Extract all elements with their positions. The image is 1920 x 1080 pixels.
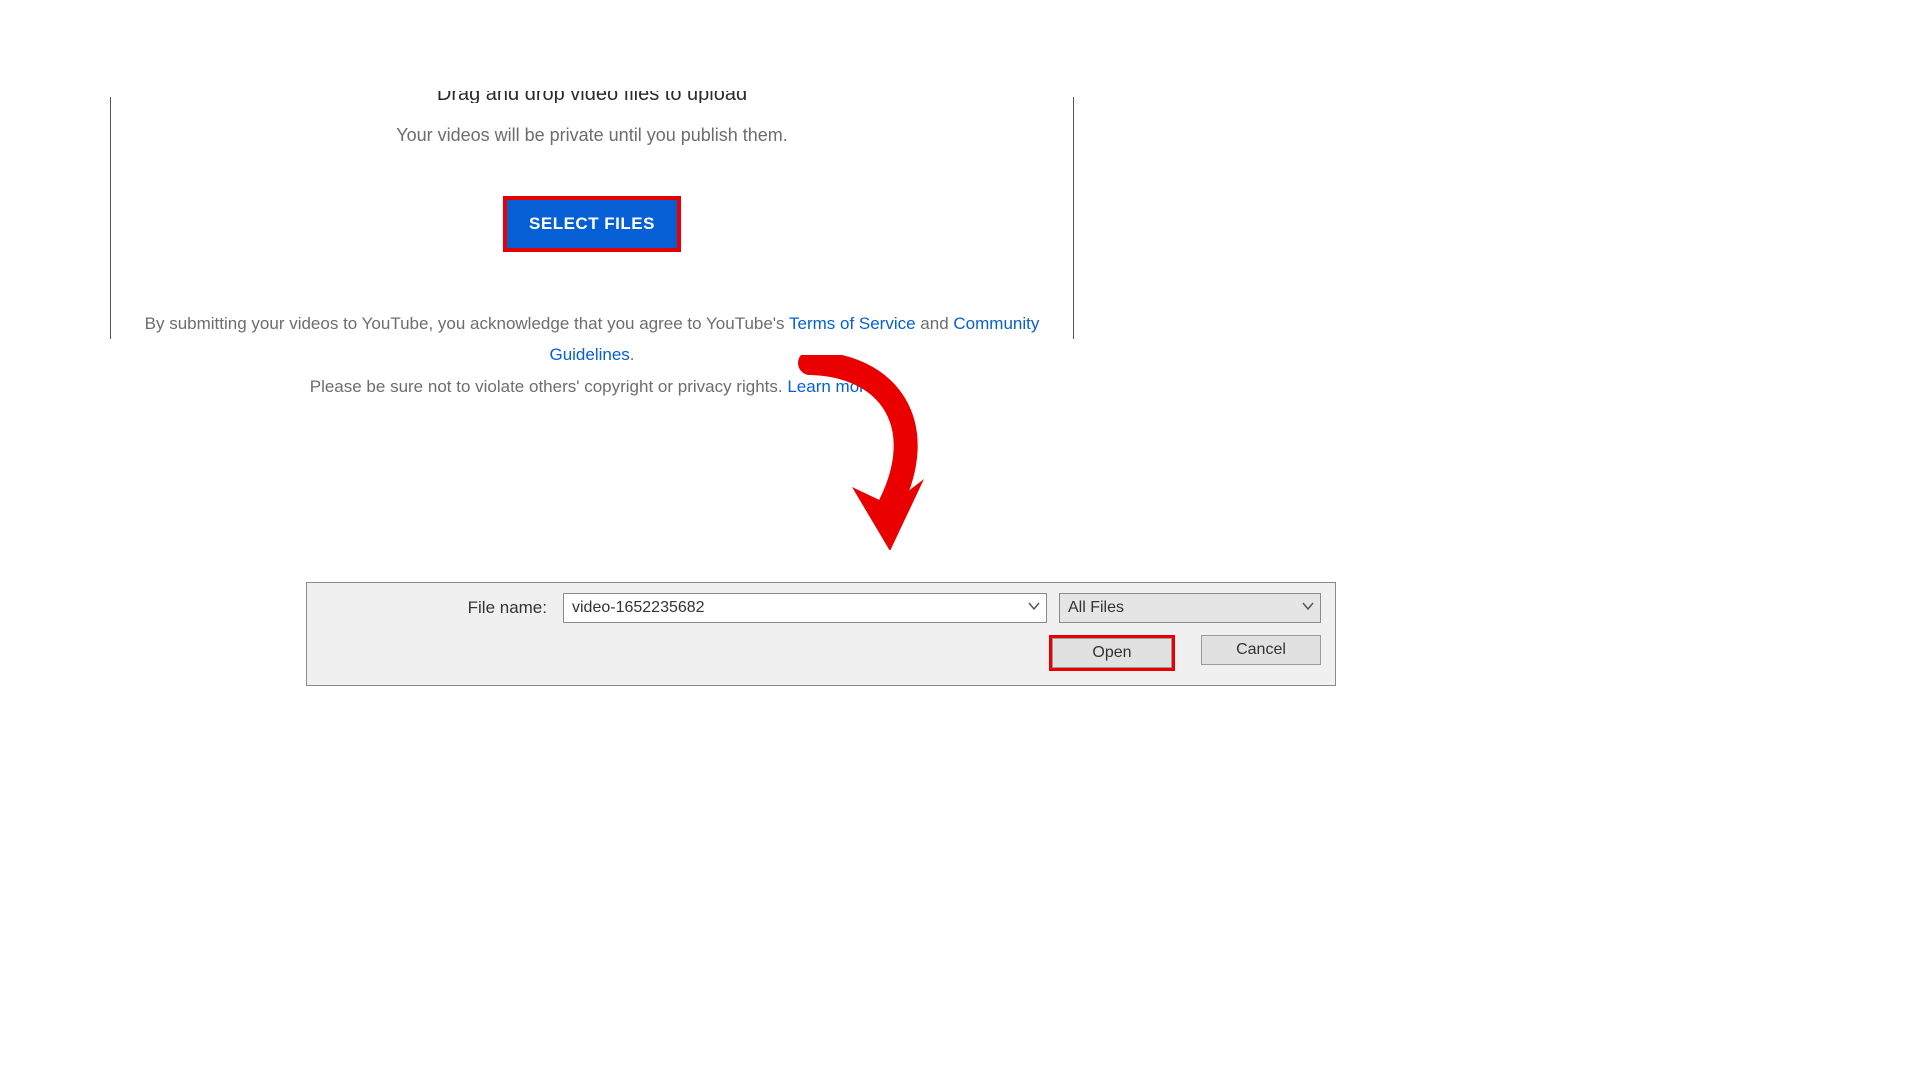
cancel-button[interactable]: Cancel <box>1201 635 1321 665</box>
upload-privacy-note: Your videos will be private until you pu… <box>111 125 1073 146</box>
copyright-note: Please be sure not to violate others' co… <box>310 377 788 396</box>
open-button[interactable]: Open <box>1052 638 1172 668</box>
learn-more-link[interactable]: Learn more <box>787 377 874 396</box>
file-open-dialog: File name: video-1652235682 All Files Op… <box>306 582 1336 686</box>
file-type-combobox[interactable]: All Files <box>1059 593 1321 623</box>
chevron-down-icon <box>1302 599 1314 617</box>
chevron-down-icon <box>1028 599 1040 617</box>
file-type-value: All Files <box>1068 599 1124 617</box>
drag-drop-heading: Drag and drop video files to upload <box>111 91 1073 103</box>
file-name-row: File name: video-1652235682 All Files <box>307 583 1335 623</box>
file-name-value: video-1652235682 <box>572 599 705 617</box>
file-name-combobox[interactable]: video-1652235682 <box>563 593 1047 623</box>
select-files-highlight: SELECT FILES <box>503 196 681 252</box>
select-files-button[interactable]: SELECT FILES <box>507 200 677 248</box>
open-button-highlight: Open <box>1049 635 1175 671</box>
legal-text-pre: By submitting your videos to YouTube, yo… <box>145 314 789 333</box>
dialog-button-row: Open Cancel <box>307 623 1335 671</box>
terms-of-service-link[interactable]: Terms of Service <box>789 314 916 333</box>
legal-text-mid: and <box>916 314 954 333</box>
file-name-label: File name: <box>321 598 551 618</box>
youtube-upload-panel: Drag and drop video files to upload Your… <box>110 97 1074 339</box>
upload-legal-text: By submitting your videos to YouTube, yo… <box>111 308 1073 402</box>
legal-text-post: . <box>630 345 635 364</box>
